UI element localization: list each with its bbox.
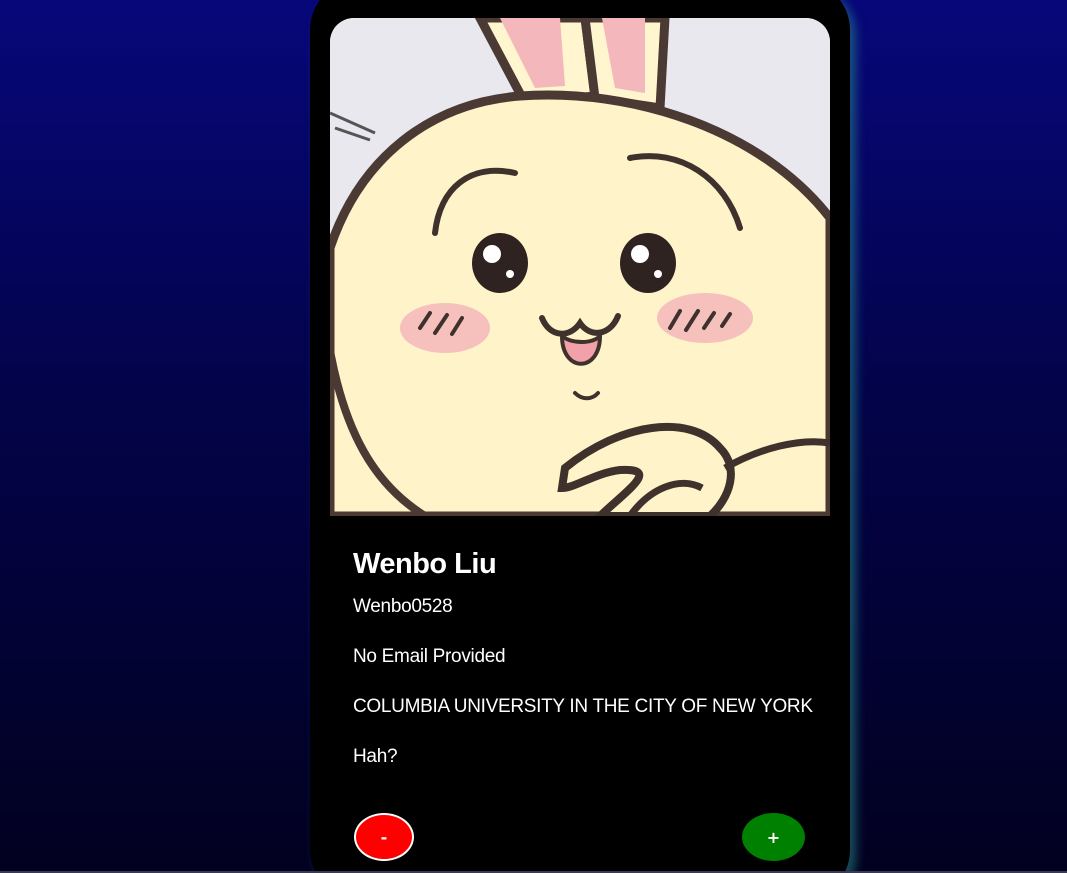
profile-school: COLUMBIA UNIVERSITY IN THE CITY OF NEW Y… xyxy=(353,696,813,717)
profile-email: No Email Provided xyxy=(353,646,506,667)
increase-button[interactable]: + xyxy=(742,813,805,861)
profile-username: Wenbo0528 xyxy=(353,596,453,617)
profile-name: Wenbo Liu xyxy=(353,548,497,580)
profile-info: Wenbo Liu Wenbo0528 No Email Provided CO… xyxy=(353,547,823,767)
profile-photo xyxy=(330,18,830,516)
profile-bio: Hah? xyxy=(353,746,398,767)
profile-card: Wenbo Liu Wenbo0528 No Email Provided CO… xyxy=(310,0,850,873)
decrease-button[interactable]: - xyxy=(354,813,414,861)
